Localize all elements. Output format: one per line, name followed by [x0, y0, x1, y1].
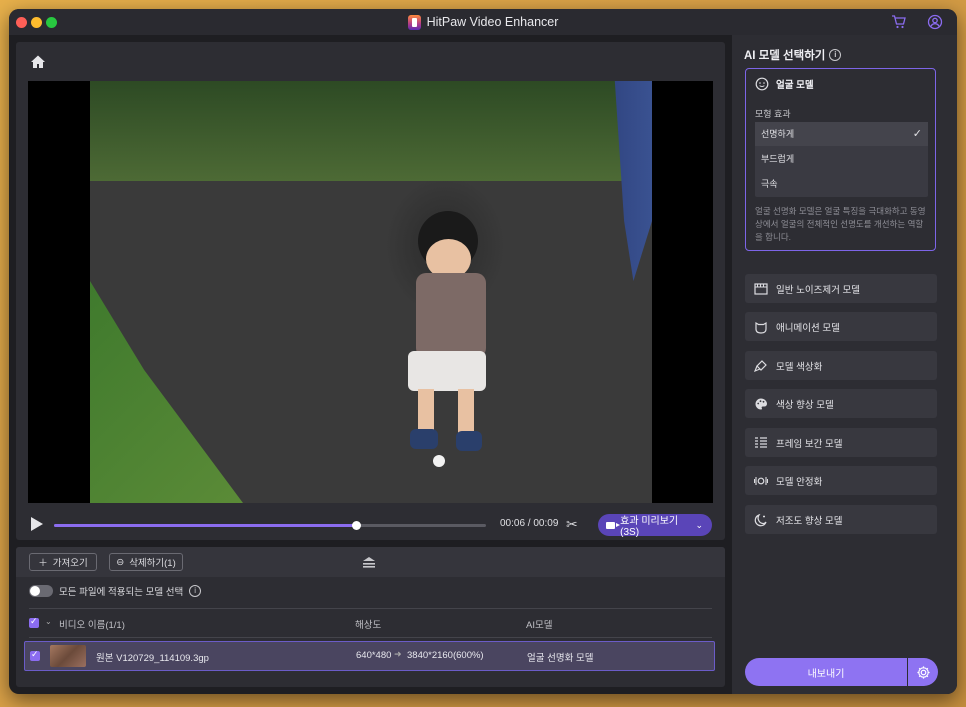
app-logo-icon — [407, 14, 421, 30]
effect-option-label: 부드럽게 — [761, 154, 795, 164]
effect-options-list: 선명하게 ✓ 부드럽게 극속 — [755, 122, 928, 197]
effect-preview-label: 효과 미리보기(3S) — [620, 516, 679, 538]
effect-option-soft[interactable]: 부드럽게 — [755, 147, 928, 171]
row-checkbox[interactable] — [30, 649, 40, 661]
import-label: 가져오기 — [52, 558, 88, 569]
model-description: 얼굴 선명화 모델은 얼굴 특징을 극대화하고 동영상에서 얼굴의 전체적인 선… — [755, 206, 926, 242]
scissors-icon[interactable]: ✂ — [566, 516, 578, 533]
model-sidebar: AI 모델 선택하기 i 얼굴 모델 모형 효과 선명하게 ✓ 부드럽게 극속 … — [732, 35, 957, 694]
apply-all-row: 모든 파일에 적용되는 모델 선택 i — [29, 584, 202, 598]
info-icon[interactable]: i — [189, 585, 202, 597]
app-window: HitPaw Video Enhancer 00:06 / 00:09 ✂ 효과… — [9, 9, 957, 694]
effect-option-label: 선명하게 — [761, 129, 795, 139]
row-ai-model: 얼굴 선명화 모델 — [527, 653, 594, 664]
account-icon[interactable] — [927, 14, 943, 30]
model-card-colorize[interactable]: 모델 색상화 — [745, 351, 937, 380]
plus-icon: ＋ — [38, 558, 48, 569]
model-label: 애니메이션 모델 — [776, 322, 840, 334]
model-card-color-enhance[interactable]: 색상 향상 모델 — [745, 389, 937, 418]
select-all-checkbox[interactable] — [29, 616, 39, 628]
frames-icon — [755, 436, 767, 448]
model-card-face[interactable]: 얼굴 모델 모형 효과 선명하게 ✓ 부드럽게 극속 얼굴 선명화 모델은 얼굴… — [745, 68, 936, 251]
model-label: 모델 색상화 — [776, 361, 823, 373]
video-frame-image — [90, 81, 652, 503]
file-name: 원본 V120729_114109.3gp — [96, 653, 209, 664]
title-bar: HitPaw Video Enhancer — [9, 9, 957, 35]
window-title: HitPaw Video Enhancer — [426, 15, 559, 29]
progress-handle[interactable] — [351, 521, 361, 530]
model-face-label: 얼굴 모델 — [776, 80, 814, 91]
anime-icon — [755, 321, 767, 334]
chevron-down-icon[interactable]: ⌄ — [695, 520, 703, 531]
model-card-frame-interp[interactable]: 프레임 보간 모델 — [745, 428, 937, 457]
input-resolution: 640*480 — [356, 650, 392, 661]
import-button[interactable]: ＋ 가져오기 — [29, 553, 97, 571]
info-icon[interactable]: i — [829, 49, 842, 61]
brush-icon — [754, 359, 767, 372]
gear-icon — [916, 665, 930, 679]
stabilize-icon — [754, 476, 768, 485]
video-preview[interactable] — [28, 81, 713, 503]
apply-all-toggle[interactable] — [29, 585, 53, 597]
delete-label: 삭제하기(1) — [129, 558, 176, 569]
file-list-panel: ＋ 가져오기 ⊖ 삭제하기(1) 모든 파일에 적용되는 모델 선택 i ⌄ 비… — [16, 547, 725, 687]
progress-fill — [54, 524, 357, 527]
moon-icon — [754, 513, 767, 526]
table-row[interactable]: 원본 V120729_114109.3gp 640*480 ➜ 3840*216… — [24, 641, 715, 671]
model-card-anime[interactable]: 애니메이션 모델 — [745, 312, 937, 341]
export-button[interactable]: 내보내기 — [745, 658, 907, 686]
file-table-header: ⌄ 비디오 이름(1/1) 해상도 AI모델 — [29, 615, 712, 633]
column-resolution-header: 해상도 — [355, 620, 382, 631]
chevron-down-icon[interactable]: ⌄ — [45, 617, 52, 626]
play-button[interactable] — [31, 517, 43, 531]
arrow-right-icon: ➜ — [394, 649, 402, 659]
preview-panel: 00:06 / 00:09 ✂ 효과 미리보기(3S) ⌄ — [16, 42, 725, 540]
check-icon: ✓ — [912, 128, 922, 140]
video-thumbnail — [50, 645, 86, 667]
palette-icon — [755, 398, 767, 409]
effect-option-label: 극속 — [761, 179, 778, 189]
effect-option-sharp[interactable]: 선명하게 ✓ — [755, 122, 928, 146]
progress-bar[interactable] — [54, 521, 486, 530]
column-ai-header: AI모델 — [526, 620, 553, 631]
model-label: 모델 안정화 — [776, 476, 823, 488]
apply-all-label: 모든 파일에 적용되는 모델 선택 — [59, 587, 184, 598]
column-name-header[interactable]: 비디오 이름(1/1) — [59, 617, 125, 631]
face-icon — [755, 77, 769, 91]
player-controls: 00:06 / 00:09 ✂ 효과 미리보기(3S) ⌄ — [28, 512, 713, 538]
model-card-low-light[interactable]: 저조도 향상 모델 — [745, 505, 937, 534]
remove-icon: ⊖ — [116, 556, 125, 568]
effect-preview-button[interactable]: 효과 미리보기(3S) ⌄ — [598, 514, 712, 538]
model-label: 일반 노이즈제거 모델 — [776, 284, 860, 296]
collapse-panel-icon[interactable] — [361, 556, 377, 568]
delete-button[interactable]: ⊖ 삭제하기(1) — [109, 553, 183, 571]
export-settings-button[interactable] — [908, 658, 938, 686]
sidebar-title-text: AI 모델 선택하기 — [744, 50, 826, 62]
model-card-denoise[interactable]: 일반 노이즈제거 모델 — [745, 274, 937, 303]
model-label: 색상 향상 모델 — [776, 399, 834, 411]
time-display: 00:06 / 00:09 — [500, 518, 559, 529]
effect-label: 모형 효과 — [755, 109, 791, 119]
home-icon[interactable] — [30, 54, 46, 70]
model-label: 저조도 향상 모델 — [776, 515, 843, 527]
camera-icon — [606, 521, 621, 529]
model-card-stabilize[interactable]: 모델 안정화 — [745, 466, 937, 495]
cart-icon[interactable] — [891, 14, 907, 30]
export-label: 내보내기 — [807, 668, 845, 680]
effect-option-fast[interactable]: 극속 — [755, 172, 928, 196]
film-icon — [754, 282, 768, 295]
file-toolbar: ＋ 가져오기 ⊖ 삭제하기(1) — [16, 547, 725, 577]
output-resolution: 3840*2160(600%) — [407, 650, 484, 661]
model-label: 프레임 보간 모델 — [776, 438, 843, 450]
sidebar-title: AI 모델 선택하기 i — [744, 47, 842, 63]
